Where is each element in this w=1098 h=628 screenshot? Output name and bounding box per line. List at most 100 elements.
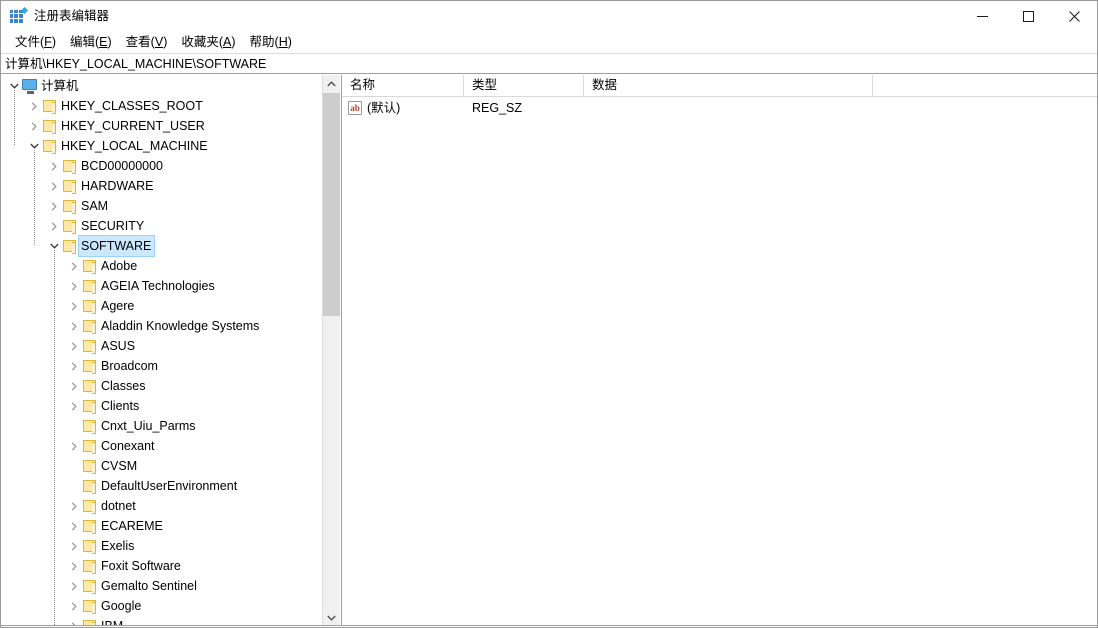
folder-icon	[62, 176, 78, 196]
menu-item-file[interactable]: 文件(F)	[9, 32, 64, 52]
folder-icon	[82, 436, 98, 456]
tree-guide-line	[54, 246, 55, 626]
chevron-right-icon[interactable]	[46, 176, 62, 196]
tree-node-clients[interactable]: Clients	[1, 396, 321, 416]
content-area: 计算机 HKEY_CLASSES_ROOT HKEY_CURRENT_USER HKE…	[1, 75, 1097, 627]
column-header-name[interactable]: 名称	[342, 75, 464, 97]
chevron-right-icon[interactable]	[66, 276, 82, 296]
chevron-right-icon[interactable]	[26, 96, 42, 116]
chevron-right-icon[interactable]	[66, 396, 82, 416]
maximize-button[interactable]	[1005, 1, 1051, 31]
tree-node-broadcom[interactable]: Broadcom	[1, 356, 321, 376]
tree-node-ageia-technologies[interactable]: AGEIA Technologies	[1, 276, 321, 296]
tree-node-label: Clients	[101, 399, 140, 413]
window-controls	[959, 1, 1097, 31]
chevron-right-icon[interactable]	[66, 316, 82, 336]
tree-node-asus[interactable]: ASUS	[1, 336, 321, 356]
chevron-right-icon[interactable]	[66, 256, 82, 276]
chevron-right-icon[interactable]	[66, 556, 82, 576]
computer-icon	[22, 76, 38, 96]
tree-node-defaultuserenvironment[interactable]: DefaultUserEnvironment	[1, 476, 321, 496]
menu-item-view[interactable]: 查看(V)	[120, 32, 176, 52]
tree-leaf-spacer	[66, 476, 82, 496]
column-header-data[interactable]: 数据	[584, 75, 873, 97]
tree-node-hkey-local-machine[interactable]: HKEY_LOCAL_MACHINE	[1, 136, 321, 156]
value-name-text: (默认)	[367, 101, 401, 115]
folder-icon	[82, 576, 98, 596]
tree-node-aladdin-knowledge-systems[interactable]: Aladdin Knowledge Systems	[1, 316, 321, 336]
chevron-right-icon[interactable]	[46, 196, 62, 216]
string-value-icon: ab	[348, 101, 362, 115]
chevron-right-icon[interactable]	[66, 496, 82, 516]
tree-node-label: AGEIA Technologies	[101, 279, 215, 293]
tree-node-label: ASUS	[101, 339, 136, 353]
tree-node-label: Adobe	[101, 259, 138, 273]
tree-node-google[interactable]: Google	[1, 596, 321, 616]
chevron-right-icon[interactable]	[66, 336, 82, 356]
tree-node-conexant[interactable]: Conexant	[1, 436, 321, 456]
menu-item-favorites[interactable]: 收藏夹(A)	[175, 32, 243, 52]
column-header-type[interactable]: 类型	[464, 75, 584, 97]
tree-node-label: Broadcom	[101, 359, 158, 373]
chevron-right-icon[interactable]	[66, 516, 82, 536]
value-row[interactable]: ab (默认) REG_SZ	[342, 97, 1097, 119]
tree-node-hkey-classes-root[interactable]: HKEY_CLASSES_ROOT	[1, 96, 321, 116]
chevron-right-icon[interactable]	[26, 116, 42, 136]
scroll-down-icon	[327, 615, 336, 621]
chevron-right-icon[interactable]	[66, 596, 82, 616]
tree-node-software[interactable]: SOFTWARE	[1, 235, 321, 257]
tree-node-dotnet[interactable]: dotnet	[1, 496, 321, 516]
chevron-right-icon[interactable]	[66, 536, 82, 556]
tree-scrollbar-thumb[interactable]	[323, 93, 340, 316]
folder-icon	[62, 236, 78, 256]
chevron-right-icon[interactable]	[66, 376, 82, 396]
registry-values-pane: 名称 类型 数据 ab(默认)REG_SZ https://blog.csdn.…	[342, 75, 1097, 627]
status-bar	[1, 625, 1097, 627]
tree-node-ecareme[interactable]: ECAREME	[1, 516, 321, 536]
title-bar: 注册表编辑器	[1, 1, 1097, 31]
address-bar[interactable]: 计算机\HKEY_LOCAL_MACHINE\SOFTWARE	[1, 53, 1097, 74]
chevron-right-icon[interactable]	[46, 216, 62, 236]
tree-node-label: Google	[101, 599, 142, 613]
menu-item-edit[interactable]: 编辑(E)	[64, 32, 120, 52]
tree-node-classes[interactable]: Classes	[1, 376, 321, 396]
tree-node-cnxt-uiu-parms[interactable]: Cnxt_Uiu_Parms	[1, 416, 321, 436]
tree-node-exelis[interactable]: Exelis	[1, 536, 321, 556]
tree-node-hardware[interactable]: HARDWARE	[1, 176, 321, 196]
tree-node-gemalto-sentinel[interactable]: Gemalto Sentinel	[1, 576, 321, 596]
folder-icon	[82, 476, 98, 496]
tree-node-adobe[interactable]: Adobe	[1, 256, 321, 276]
folder-icon	[82, 596, 98, 616]
list-header: 名称 类型 数据	[342, 75, 1097, 97]
tree-node-hkey-current-user[interactable]: HKEY_CURRENT_USER	[1, 116, 321, 136]
registry-path-text[interactable]: 计算机\HKEY_LOCAL_MACHINE\SOFTWARE	[1, 54, 266, 74]
tree-scroll-area: 计算机 HKEY_CLASSES_ROOT HKEY_CURRENT_USER HKE…	[1, 75, 321, 627]
tree-scrollbar[interactable]	[322, 75, 340, 627]
chevron-right-icon[interactable]	[66, 356, 82, 376]
close-button[interactable]	[1051, 1, 1097, 31]
tree-node-bcd00000000[interactable]: BCD00000000	[1, 156, 321, 176]
window-title: 注册表编辑器	[34, 9, 110, 23]
tree-node-security[interactable]: SECURITY	[1, 216, 321, 236]
chevron-right-icon[interactable]	[46, 156, 62, 176]
tree-node-foxit-software[interactable]: Foxit Software	[1, 556, 321, 576]
tree-node-label: SOFTWARE	[78, 235, 156, 257]
scroll-up-button[interactable]	[323, 75, 340, 93]
tree-node-cvsm[interactable]: CVSM	[1, 456, 321, 476]
chevron-right-icon[interactable]	[66, 576, 82, 596]
menu-item-help[interactable]: 帮助(H)	[244, 32, 300, 52]
chevron-right-icon[interactable]	[66, 296, 82, 316]
string-value-icon-text: ab	[350, 103, 360, 113]
tree-node-label: Foxit Software	[101, 559, 181, 573]
tree-node-[interactable]: 计算机	[1, 76, 321, 96]
folder-icon	[82, 336, 98, 356]
tree-node-agere[interactable]: Agere	[1, 296, 321, 316]
folder-icon	[42, 116, 58, 136]
tree-node-sam[interactable]: SAM	[1, 196, 321, 216]
minimize-button[interactable]	[959, 1, 1005, 31]
minimize-icon	[976, 15, 988, 17]
chevron-right-icon[interactable]	[66, 436, 82, 456]
folder-icon	[82, 296, 98, 316]
registry-tree: 计算机 HKEY_CLASSES_ROOT HKEY_CURRENT_USER HKE…	[1, 75, 321, 627]
value-name-cell: ab (默认)	[342, 97, 464, 119]
